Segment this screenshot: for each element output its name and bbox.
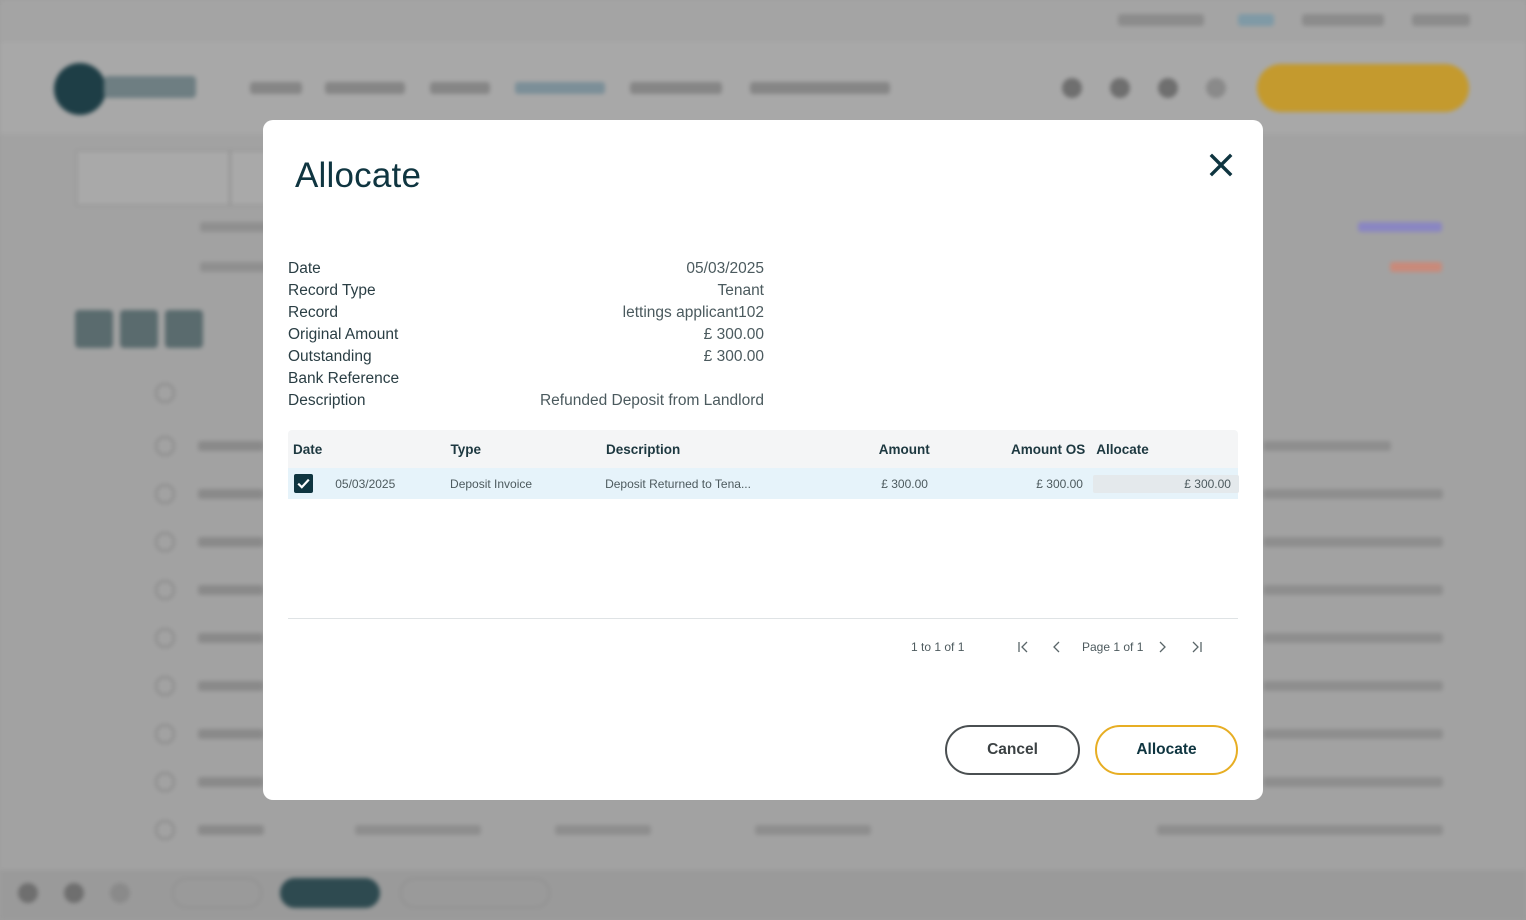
detail-row-date: Date 05/03/2025 (288, 258, 764, 280)
chevron-left-icon (1053, 641, 1060, 653)
grid-divider (288, 618, 1238, 619)
detail-value: 05/03/2025 (686, 260, 764, 277)
grid-header: Date Type Description Amount Amount OS A… (288, 430, 1238, 468)
chevron-right-icon (1159, 641, 1166, 653)
my-account-button (1257, 64, 1469, 112)
detail-row-original-amount: Original Amount £ 300.00 (288, 324, 764, 346)
page-indicator: Page 1 of 1 (1082, 640, 1144, 654)
close-icon (1209, 153, 1233, 177)
detail-value: Tenant (717, 282, 764, 299)
cancel-button[interactable]: Cancel (945, 725, 1080, 775)
cell-description: Deposit Returned to Tena... (605, 476, 751, 491)
detail-label: Outstanding (288, 348, 372, 365)
detail-label: Bank Reference (288, 370, 400, 387)
cell-date: 05/03/2025 (335, 476, 396, 491)
previous-page-button[interactable] (1049, 639, 1065, 655)
detail-row-description: Description Refunded Deposit from Landlo… (288, 390, 764, 412)
column-header-amount-os[interactable]: Amount OS (930, 442, 1085, 457)
next-page-button[interactable] (1154, 639, 1170, 655)
cell-amount-os: £ 300.00 (1036, 476, 1083, 491)
last-page-icon (1192, 641, 1202, 653)
column-header-description[interactable]: Description (606, 442, 773, 457)
detail-row-outstanding: Outstanding £ 300.00 (288, 346, 764, 368)
logo (54, 63, 106, 115)
column-header-amount[interactable]: Amount (773, 442, 930, 457)
row-select-checkbox[interactable] (294, 474, 313, 493)
close-button[interactable] (1203, 147, 1239, 183)
detail-value: £ 300.00 (703, 326, 764, 343)
pagination-summary: 1 to 1 of 1 (911, 640, 965, 654)
last-page-button[interactable] (1189, 639, 1205, 655)
allocate-button[interactable]: Allocate (1095, 725, 1238, 775)
detail-row-record-type: Record Type Tenant (288, 280, 764, 302)
detail-label: Description (288, 392, 366, 409)
detail-row-bank-reference: Bank Reference (288, 368, 764, 390)
checkmark-icon (297, 478, 310, 489)
detail-label: Date (288, 260, 321, 277)
record-details: Date 05/03/2025 Record Type Tenant Recor… (288, 258, 764, 412)
detail-row-record: Record lettings applicant102 (288, 302, 764, 324)
detail-value: Refunded Deposit from Landlord (539, 392, 764, 409)
detail-label: Record Type (288, 282, 376, 299)
dialog-title: Allocate (295, 156, 422, 195)
first-page-icon (1018, 641, 1028, 653)
detail-label: Record (288, 304, 338, 321)
top-utility-bar (0, 0, 1526, 42)
column-header-allocate[interactable]: Allocate (1085, 442, 1238, 457)
allocation-grid: Date Type Description Amount Amount OS A… (288, 430, 1239, 499)
first-page-button[interactable] (1015, 639, 1031, 655)
column-header-type[interactable]: Type (450, 442, 606, 457)
detail-value: lettings applicant102 (622, 304, 764, 321)
cell-amount: £ 300.00 (881, 476, 928, 491)
allocate-amount-input[interactable] (1092, 474, 1239, 493)
detail-value: £ 300.00 (703, 348, 764, 365)
table-row[interactable]: 05/03/2025 Deposit Invoice Deposit Retur… (288, 468, 1239, 499)
detail-label: Original Amount (288, 326, 399, 343)
column-header-date[interactable]: Date (288, 442, 450, 457)
cell-type: Deposit Invoice (450, 476, 533, 491)
allocate-dialog: Allocate Date 05/03/2025 Record Type Ten… (263, 120, 1263, 800)
